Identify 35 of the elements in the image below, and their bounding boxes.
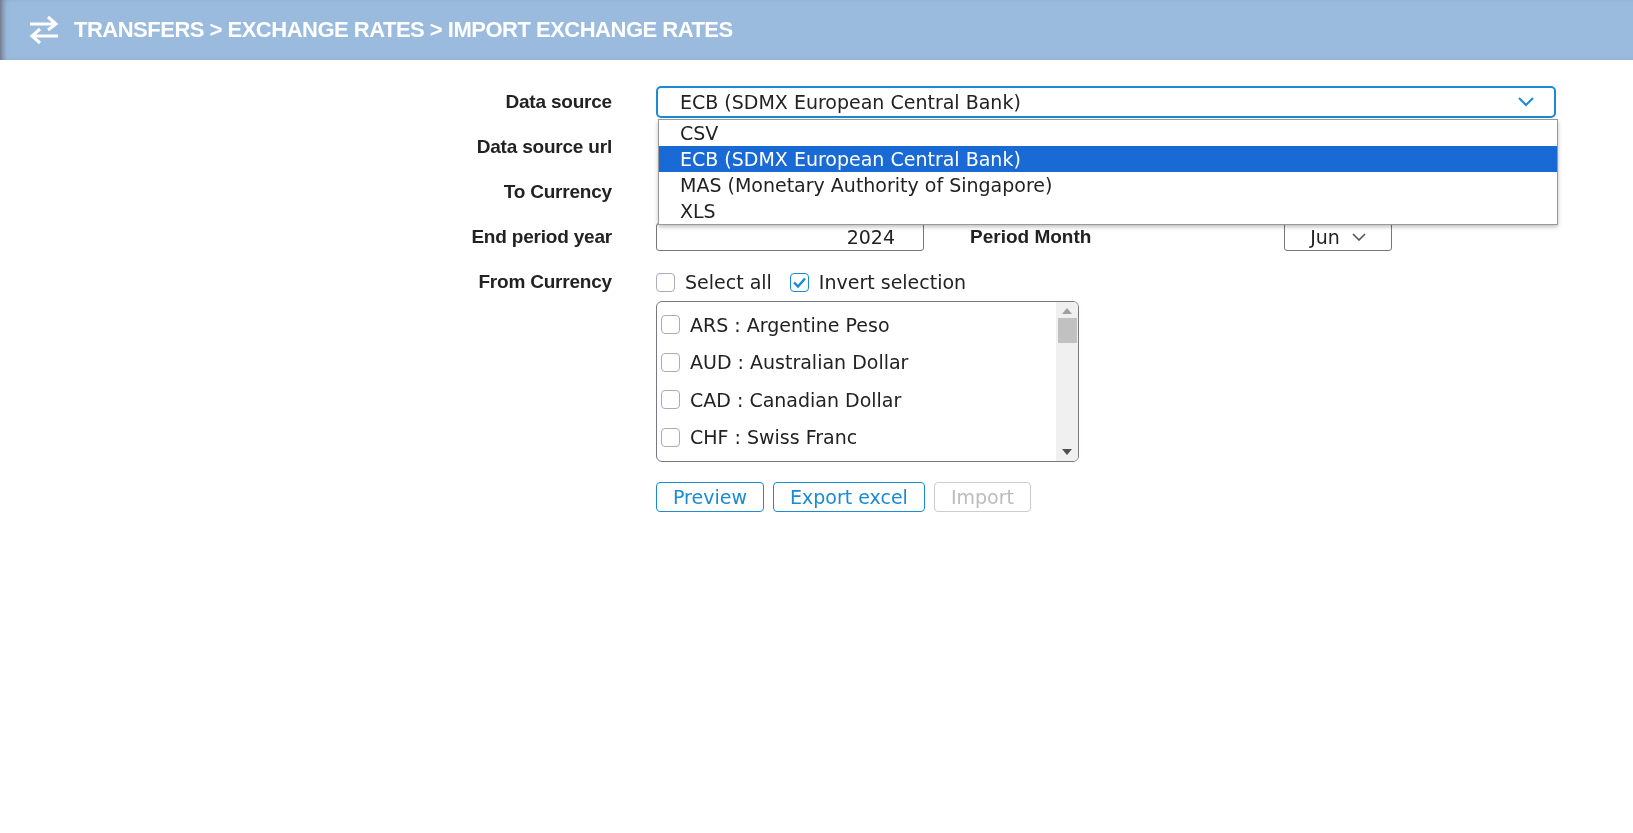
scrollbar[interactable] (1056, 302, 1078, 461)
field-label: From Currency (477, 270, 612, 294)
year-input[interactable]: 2024 (656, 223, 924, 251)
field-label: Data source url (475, 135, 612, 159)
checkbox[interactable] (661, 315, 680, 335)
dropdown-option[interactable]: ECB (SDMX European Central Bank) (659, 146, 1557, 172)
dropdown-option[interactable]: MAS (Monetary Authority of Singapore) (659, 172, 1557, 198)
currency-label: ARS : Argentine Peso (690, 313, 890, 336)
month-select[interactable]: Jun (1284, 223, 1392, 251)
checkbox[interactable] (661, 352, 680, 372)
dropdown-option[interactable]: CSV (659, 120, 1557, 146)
field-label: Data source (504, 90, 612, 114)
currency-label: CAD : Canadian Dollar (690, 388, 902, 411)
checkbox[interactable] (661, 390, 680, 410)
checkbox-label: Invert selection (818, 271, 967, 293)
chevron-down-icon (1518, 97, 1534, 107)
transfer-arrows-icon (28, 15, 60, 45)
action-button[interactable]: Preview (656, 482, 764, 512)
field-label: To Currency (502, 180, 612, 204)
scrollbar-thumb[interactable] (1057, 318, 1077, 343)
dropdown-option[interactable]: XLS (659, 198, 1557, 224)
data-source-select[interactable]: ECB (SDMX European Central Bank) (656, 86, 1556, 118)
checkbox[interactable] (789, 272, 809, 292)
currency-label: CHF : Swiss Franc (690, 426, 858, 449)
breadcrumb-title: TRANSFERS > EXCHANGE RATES > IMPORT EXCHANGE RATES (74, 17, 733, 43)
scroll-down-icon[interactable] (1062, 449, 1072, 455)
action-button[interactable]: Export excel (772, 482, 925, 512)
field-label: Period Month (970, 226, 1093, 248)
checkbox-label: Select all (685, 271, 772, 293)
scroll-up-icon[interactable] (1062, 308, 1072, 314)
field-label: End period year (470, 225, 612, 249)
checkbox[interactable] (661, 427, 680, 447)
chevron-down-icon (1351, 233, 1366, 241)
currency-label: AUD : Australian Dollar (690, 351, 909, 374)
checkbox[interactable] (656, 272, 675, 292)
